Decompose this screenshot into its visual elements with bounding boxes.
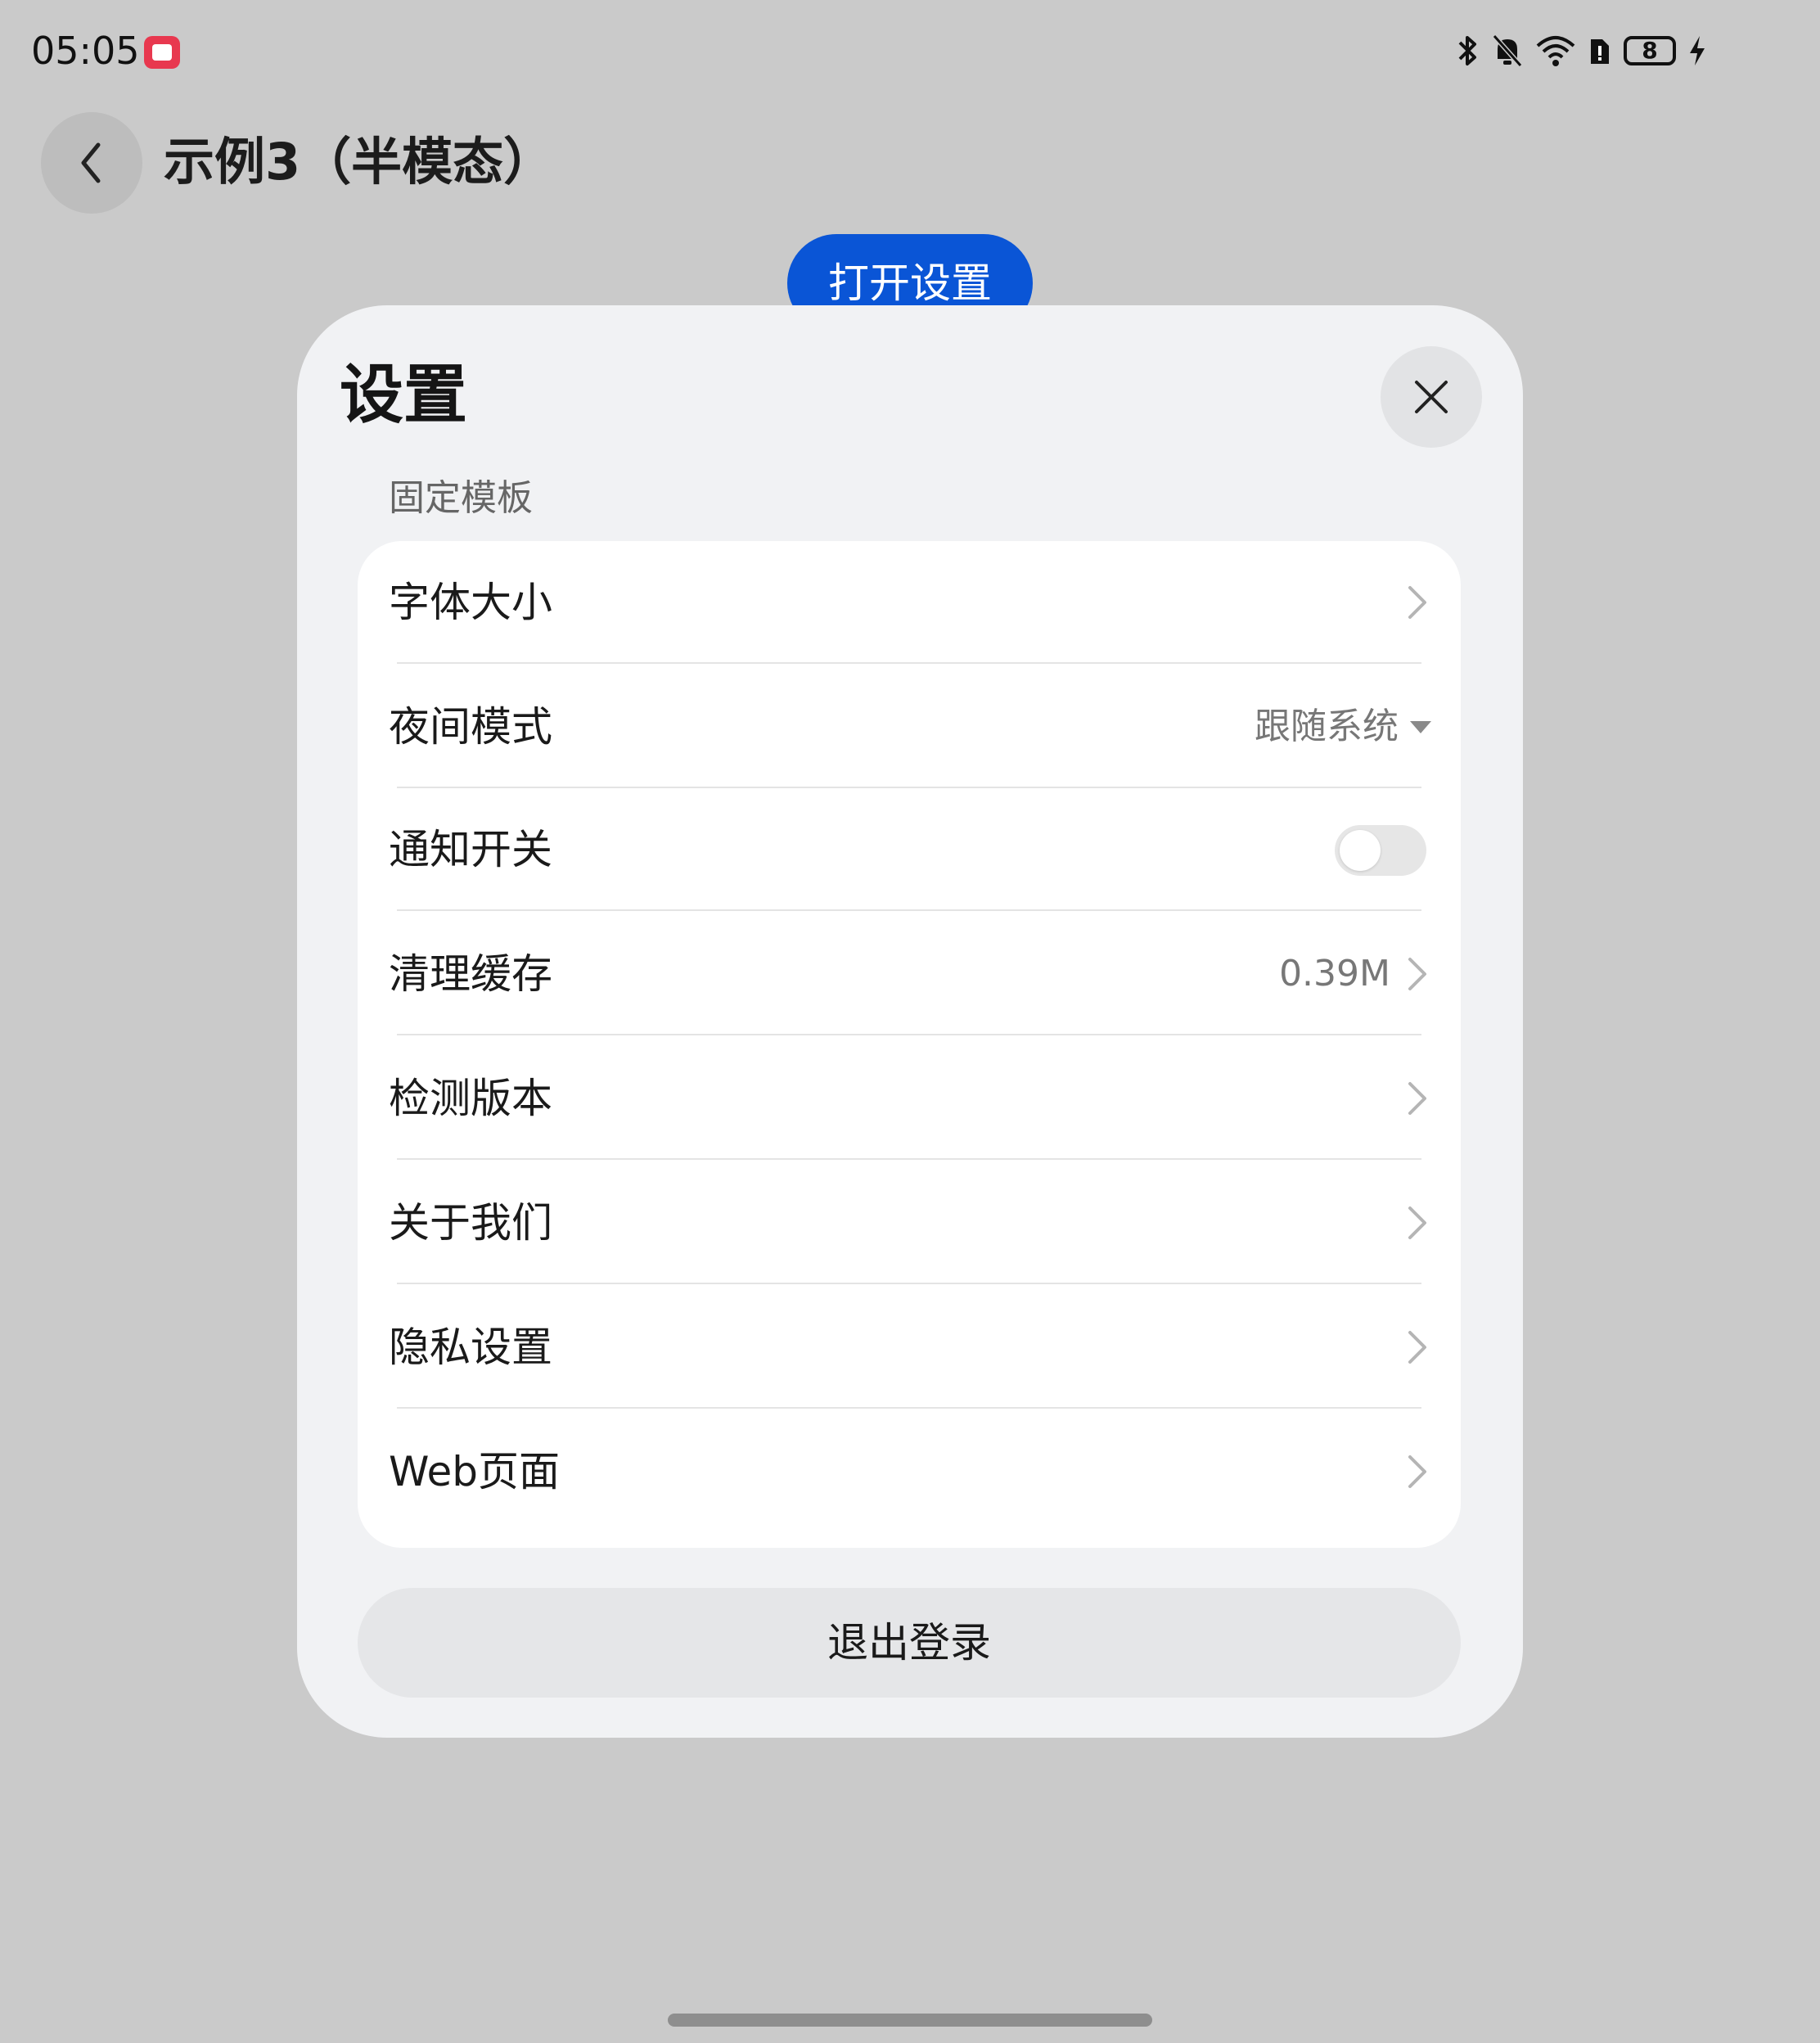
divider bbox=[397, 909, 1421, 911]
row-night-mode[interactable]: 夜间模式 跟随系统 bbox=[358, 665, 1461, 788]
page-title: 示例3（半模态） bbox=[164, 132, 555, 192]
notification-app-icon bbox=[144, 36, 180, 69]
row-label: 关于我们 bbox=[389, 1199, 552, 1247]
home-indicator[interactable] bbox=[668, 2014, 1152, 2027]
charging-icon bbox=[1687, 33, 1707, 69]
status-icons: 8 bbox=[1457, 28, 1707, 74]
divider bbox=[397, 1283, 1421, 1284]
status-time: 05:05 bbox=[31, 29, 140, 73]
row-label: 检测版本 bbox=[389, 1075, 552, 1122]
row-label: 清理缓存 bbox=[389, 950, 552, 998]
divider bbox=[397, 662, 1421, 664]
chevron-right-icon bbox=[1408, 1331, 1426, 1364]
sheet-title: 设置 bbox=[340, 359, 468, 432]
chevron-right-icon bbox=[1408, 958, 1426, 990]
chevron-right-icon bbox=[1408, 1455, 1426, 1488]
wifi-icon bbox=[1535, 33, 1576, 69]
toggle-knob bbox=[1340, 830, 1381, 871]
divider bbox=[397, 1034, 1421, 1035]
chevron-left-icon bbox=[81, 142, 101, 183]
night-mode-select-value[interactable]: 跟随系统 bbox=[1255, 665, 1399, 788]
row-notification-switch: 通知开关 bbox=[358, 788, 1461, 911]
row-label: 通知开关 bbox=[389, 826, 552, 873]
row-privacy-settings[interactable]: 隐私设置 bbox=[358, 1286, 1461, 1409]
chevron-right-icon bbox=[1408, 586, 1426, 619]
divider bbox=[397, 1158, 1421, 1160]
back-button[interactable] bbox=[41, 112, 142, 214]
row-about-us[interactable]: 关于我们 bbox=[358, 1161, 1461, 1284]
mute-bell-icon bbox=[1491, 33, 1524, 69]
section-label: 固定模板 bbox=[389, 477, 533, 519]
chevron-right-icon bbox=[1408, 1082, 1426, 1115]
row-label: 字体大小 bbox=[389, 579, 552, 626]
row-label: 隐私设置 bbox=[389, 1324, 552, 1371]
close-icon bbox=[1415, 381, 1448, 413]
settings-sheet: 设置 固定模板 字体大小 夜间模式 跟随系统 通知开关 清理缓存 0.39M 检… bbox=[297, 305, 1523, 1738]
divider bbox=[397, 1407, 1421, 1409]
logout-button[interactable]: 退出登录 bbox=[358, 1588, 1461, 1698]
row-label: Web页面 bbox=[389, 1448, 561, 1495]
row-font-size[interactable]: 字体大小 bbox=[358, 541, 1461, 664]
sim-icon bbox=[1588, 33, 1612, 69]
cache-size-value: 0.39M bbox=[1279, 953, 1390, 994]
settings-list: 字体大小 夜间模式 跟随系统 通知开关 清理缓存 0.39M 检测版本 关于我们… bbox=[358, 541, 1461, 1548]
close-button[interactable] bbox=[1381, 346, 1482, 448]
battery-icon: 8 bbox=[1624, 36, 1676, 65]
row-web-page[interactable]: Web页面 bbox=[358, 1410, 1461, 1533]
row-check-version[interactable]: 检测版本 bbox=[358, 1037, 1461, 1160]
row-clear-cache[interactable]: 清理缓存 0.39M bbox=[358, 913, 1461, 1035]
row-label: 夜间模式 bbox=[389, 703, 552, 751]
bluetooth-icon bbox=[1457, 33, 1480, 69]
chevron-right-icon bbox=[1408, 1206, 1426, 1239]
notification-toggle[interactable] bbox=[1335, 825, 1426, 876]
caret-down-icon bbox=[1410, 721, 1431, 733]
